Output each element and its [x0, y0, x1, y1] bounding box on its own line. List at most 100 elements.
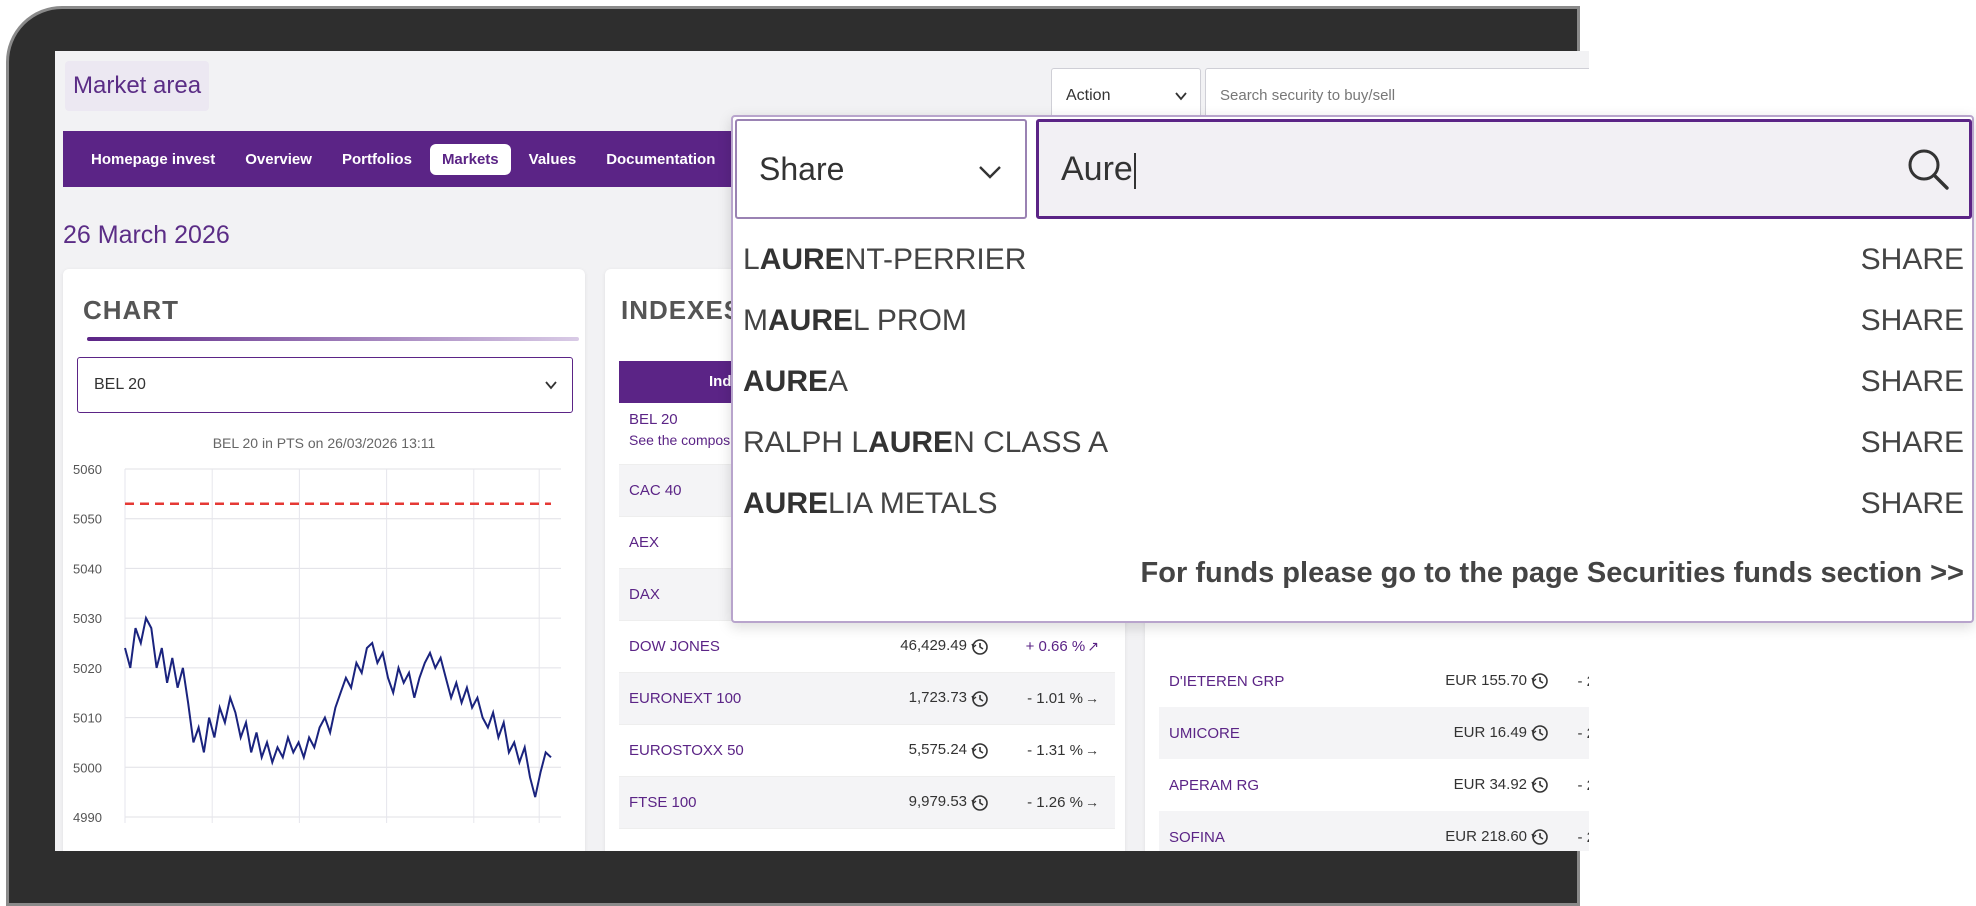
- index-change-text: - 1.01 %: [1027, 690, 1083, 707]
- page-title: Market area: [65, 61, 210, 111]
- history-icon[interactable]: [1531, 828, 1549, 846]
- stock-change: - 2: [1577, 828, 1589, 846]
- y-tick-label: 5060: [73, 462, 102, 477]
- index-select[interactable]: BEL 20: [77, 357, 573, 413]
- index-name[interactable]: FTSE 100: [619, 794, 839, 811]
- index-name[interactable]: EUROSTOXX 50: [619, 742, 839, 759]
- security-type-value: Share: [759, 151, 845, 187]
- stock-name[interactable]: D'IETEREN GRP: [1159, 673, 1399, 690]
- result-name-match: AURE: [759, 242, 845, 276]
- arrow-right-icon: →: [1085, 690, 1099, 706]
- history-icon[interactable]: [971, 690, 989, 708]
- line-chart[interactable]: 4990 5000 5010 5020 5030 5040 5050 5060: [63, 449, 585, 851]
- result-name-prefix: M: [743, 303, 768, 337]
- history-icon[interactable]: [971, 638, 989, 656]
- result-name-prefix: L: [743, 242, 760, 276]
- history-icon[interactable]: [1531, 724, 1549, 742]
- search-icon[interactable]: [1905, 146, 1951, 192]
- index-change: - 1.26 % →: [989, 794, 1099, 811]
- result-name-match: AURE: [868, 425, 954, 459]
- index-name[interactable]: BEL 20: [619, 411, 678, 428]
- search-result-item[interactable]: AUREA SHARE: [733, 351, 1972, 412]
- y-tick-label: 5000: [73, 760, 102, 775]
- result-type: SHARE: [1860, 242, 1964, 276]
- table-row[interactable]: UMICORE EUR 16.49 - 2: [1159, 707, 1589, 759]
- stock-change: - 2: [1577, 776, 1589, 794]
- bel20-series-line: [124, 615, 552, 798]
- stock-price: EUR 218.60: [1399, 828, 1549, 846]
- index-value: 9,979.53: [839, 793, 989, 811]
- stock-name[interactable]: APERAM RG: [1159, 777, 1399, 794]
- nav-item-homepage-invest[interactable]: Homepage invest: [79, 144, 227, 175]
- y-tick-label: 4990: [73, 810, 102, 825]
- result-name-suffix: NT-PERRIER: [844, 242, 1027, 276]
- history-icon[interactable]: [1531, 776, 1549, 794]
- result-name: LAURENT-PERRIER: [743, 243, 1026, 277]
- index-change-text: - 1.31 %: [1027, 742, 1083, 759]
- stock-price-text: EUR 16.49: [1453, 723, 1527, 741]
- stock-price: EUR 34.92: [1399, 776, 1549, 794]
- trend-up-icon: ↗: [1087, 638, 1099, 654]
- y-tick-label: 5040: [73, 561, 102, 576]
- history-icon[interactable]: [971, 794, 989, 812]
- y-tick-label: 5010: [73, 711, 102, 726]
- search-query: Aure: [1061, 150, 1133, 188]
- result-name-prefix: RALPH L: [743, 425, 869, 459]
- nav-item-portfolios[interactable]: Portfolios: [330, 144, 424, 175]
- table-row[interactable]: EURONEXT 100 1,723.73 - 1.01 % →: [619, 673, 1115, 725]
- index-change-text: - 1.26 %: [1027, 794, 1083, 811]
- index-value-text: 1,723.73: [908, 689, 967, 707]
- table-row[interactable]: SOFINA EUR 218.60 - 2: [1159, 811, 1589, 851]
- y-tick-label: 5020: [73, 661, 102, 676]
- search-autocomplete-panel: Share Aure LAURENT-PERRIER SHARE MAUREL PR…: [731, 115, 1974, 623]
- history-icon[interactable]: [1531, 672, 1549, 690]
- table-row[interactable]: EUROSTOXX 50 5,575.24 - 1.31 % →: [619, 725, 1115, 777]
- history-icon[interactable]: [971, 742, 989, 760]
- y-tick-label: 5030: [73, 611, 102, 626]
- table-row[interactable]: D'IETEREN GRP EUR 155.70 - 2: [1159, 655, 1589, 707]
- nav-item-markets[interactable]: Markets: [429, 143, 511, 175]
- nav-item-values[interactable]: Values: [517, 144, 589, 175]
- table-row[interactable]: DOW JONES 46,429.49 + 0.66 % ↗: [619, 621, 1115, 673]
- arrow-right-icon: →: [1085, 794, 1099, 810]
- index-value-text: 9,979.53: [908, 793, 967, 811]
- result-type: SHARE: [1860, 364, 1964, 398]
- chevron-down-icon: [1175, 92, 1187, 101]
- security-search-field[interactable]: Aure: [1036, 119, 1972, 219]
- table-row[interactable]: FTSE 100 9,979.53 - 1.26 % →: [619, 777, 1115, 829]
- index-value-text: 46,429.49: [900, 637, 967, 655]
- stock-price-text: EUR 218.60: [1445, 827, 1527, 845]
- stock-price: EUR 155.70: [1399, 672, 1549, 690]
- result-name-suffix: A: [828, 364, 849, 398]
- index-change: + 0.66 % ↗: [989, 638, 1099, 655]
- index-change-text: + 0.66 %: [1025, 638, 1086, 655]
- search-result-item[interactable]: AURELIA METALS SHARE: [733, 473, 1972, 534]
- result-type: SHARE: [1860, 425, 1964, 459]
- result-name-suffix: LIA METALS: [828, 486, 998, 520]
- funds-section-link[interactable]: For funds please go to the page Securiti…: [1141, 557, 1964, 590]
- result-name: MAUREL PROM: [743, 304, 967, 338]
- result-name: RALPH LAUREN CLASS A: [743, 426, 1108, 460]
- chart-title: CHART: [83, 295, 179, 325]
- indexes-title: INDEXES: [621, 295, 743, 325]
- arrow-right-icon: →: [1085, 742, 1099, 758]
- index-change: - 1.31 % →: [989, 742, 1099, 759]
- search-result-item[interactable]: MAUREL PROM SHARE: [733, 290, 1972, 351]
- stock-name[interactable]: SOFINA: [1159, 829, 1399, 846]
- nav-item-overview[interactable]: Overview: [233, 144, 324, 175]
- search-result-item[interactable]: LAURENT-PERRIER SHARE: [733, 229, 1972, 290]
- search-result-item[interactable]: RALPH LAUREN CLASS A SHARE: [733, 412, 1972, 473]
- index-value: 46,429.49: [839, 637, 989, 655]
- stock-change: - 2: [1577, 672, 1589, 690]
- security-type-select[interactable]: Share: [735, 119, 1027, 219]
- index-name[interactable]: EURONEXT 100: [619, 690, 839, 707]
- index-name[interactable]: DOW JONES: [619, 638, 839, 655]
- stock-name[interactable]: UMICORE: [1159, 725, 1399, 742]
- nav-item-documentation[interactable]: Documentation: [594, 144, 727, 175]
- action-select-label: Action: [1066, 87, 1111, 104]
- table-row[interactable]: APERAM RG EUR 34.92 - 2: [1159, 759, 1589, 811]
- chevron-down-icon: [979, 166, 1001, 179]
- index-value: 1,723.73: [839, 689, 989, 707]
- result-name-suffix: L PROM: [853, 303, 967, 337]
- chevron-down-icon: [545, 381, 557, 390]
